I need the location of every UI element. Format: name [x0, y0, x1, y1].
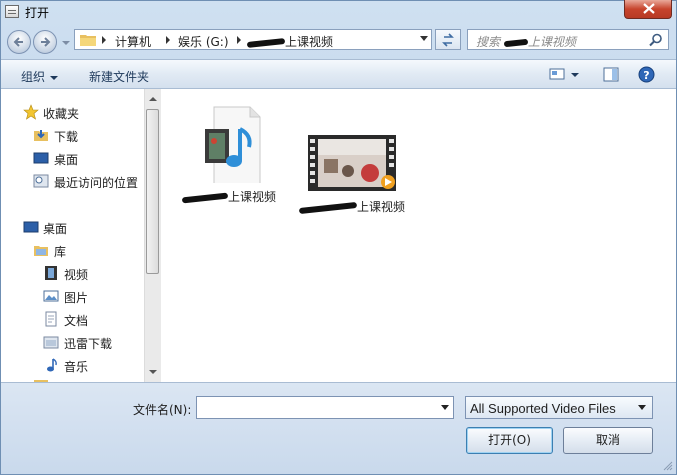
search-input[interactable]: 搜索 上课视频 [467, 29, 669, 50]
redaction-mark [503, 38, 529, 47]
nav-item-pictures[interactable]: 图片 [1, 286, 144, 306]
nav-item-desktop[interactable]: 桌面 [1, 148, 144, 168]
chevron-right-icon [237, 36, 241, 44]
filename-input[interactable] [196, 396, 454, 419]
open-button[interactable]: 打开(O) [466, 427, 553, 454]
redaction-mark [181, 192, 229, 203]
address-dropdown-icon[interactable] [420, 36, 428, 41]
video-music-file-icon [205, 106, 261, 188]
search-placeholder: 搜索 上课视频 [476, 35, 576, 49]
address-bar[interactable]: 计算机 娱乐 (G:) 上课视频 [74, 29, 432, 50]
forward-arrow-icon [41, 37, 51, 47]
folder-icon [80, 35, 96, 46]
chevron-right-icon [166, 36, 170, 44]
nav-item-documents[interactable]: 文档 [1, 309, 144, 329]
view-dropdown-icon[interactable] [571, 73, 579, 77]
resize-grip-icon[interactable] [663, 461, 673, 471]
refresh-button[interactable] [435, 29, 461, 50]
library-icon [34, 246, 48, 256]
command-bar: 组织 新建文件夹 ? [1, 59, 676, 89]
svg-text:?: ? [643, 69, 649, 82]
nav-item-recent-places[interactable]: 最近访问的位置 [1, 171, 144, 191]
back-arrow-icon [13, 37, 23, 47]
new-folder-button[interactable]: 新建文件夹 [89, 68, 149, 85]
chevron-down-icon [50, 75, 59, 80]
file-list[interactable]: 上课视频 上课视频 [162, 89, 676, 382]
close-icon [643, 3, 655, 14]
dialog-icon [5, 5, 19, 18]
download-folder-icon [43, 336, 59, 349]
navigation-scrollbar[interactable] [144, 89, 161, 382]
organize-button[interactable]: 组织 [21, 68, 59, 85]
breadcrumb-drive[interactable]: 娱乐 (G:) [178, 33, 229, 50]
redaction-mark [246, 37, 286, 48]
pictures-library-icon [43, 290, 59, 302]
cancel-button[interactable]: 取消 [563, 427, 653, 454]
window-title: 打开 [25, 6, 50, 20]
star-icon [23, 104, 39, 120]
scrollbar-thumb[interactable] [146, 109, 159, 274]
nav-item-thunder-downloads[interactable]: 迅雷下载 [1, 332, 144, 352]
nav-item-downloads[interactable]: 下载 [1, 125, 144, 145]
video-library-icon [45, 266, 57, 280]
recent-places-icon [33, 174, 49, 188]
help-icon[interactable]: ? [638, 66, 655, 83]
nav-item-music[interactable]: 音乐 [1, 355, 144, 375]
documents-library-icon [45, 311, 57, 327]
search-icon[interactable] [649, 33, 663, 47]
scroll-down-icon[interactable] [145, 364, 161, 380]
desktop-icon [33, 152, 49, 164]
recent-pages-dropdown-icon[interactable] [61, 38, 71, 48]
nav-item-libraries[interactable]: 库 [1, 240, 144, 260]
nav-item-videos[interactable]: 视频 [1, 263, 144, 283]
content-area: 收藏夹 下载 桌面 最近访问的位置 桌面 库 视频 图片 文档 迅雷下载 音乐 … [1, 89, 676, 382]
chevron-right-icon [102, 36, 106, 44]
forward-button[interactable] [33, 30, 57, 54]
redaction-mark [298, 201, 358, 214]
video-thumbnail-icon [308, 135, 396, 191]
file-label: 上课视频 [297, 198, 407, 215]
title-bar[interactable]: 打开 [1, 0, 676, 23]
close-button[interactable] [624, 0, 672, 19]
file-label: 上课视频 [174, 188, 284, 205]
breadcrumb-computer[interactable]: 计算机 [115, 33, 151, 50]
nav-item-desktop-root[interactable]: 桌面 [1, 217, 144, 237]
breadcrumb-folder-label: 上课视频 [285, 35, 334, 49]
file-type-value: All Supported Video Files [470, 401, 616, 416]
file-type-select[interactable]: All Supported Video Files [465, 396, 653, 419]
open-file-dialog: 打开 计算机 娱乐 (G:) 上课视频 搜索 上课视频 组织 新建文件夹 ? 收… [0, 0, 677, 475]
downloads-folder-icon [34, 130, 48, 141]
file-item-folder[interactable]: 上课视频 [174, 103, 284, 205]
chevron-down-icon [638, 405, 646, 410]
filename-history-dropdown-icon[interactable] [441, 405, 449, 410]
navigation-pane[interactable]: 收藏夹 下载 桌面 最近访问的位置 桌面 库 视频 图片 文档 迅雷下载 音乐 [1, 89, 144, 382]
desktop-icon [23, 221, 39, 233]
scroll-up-icon[interactable] [145, 91, 161, 107]
view-options-icon[interactable] [549, 67, 565, 81]
refresh-icon [442, 33, 454, 47]
dialog-footer: 文件名(N): All Supported Video Files 打开(O) … [1, 382, 676, 474]
file-item-video[interactable]: 上课视频 [297, 133, 407, 215]
back-button[interactable] [7, 30, 31, 54]
preview-pane-icon[interactable] [603, 67, 619, 82]
music-note-icon [47, 358, 57, 372]
nav-item-favorites[interactable]: 收藏夹 [1, 102, 144, 122]
breadcrumb-folder[interactable]: 上课视频 [246, 33, 334, 50]
filename-label: 文件名(N): [133, 403, 192, 417]
